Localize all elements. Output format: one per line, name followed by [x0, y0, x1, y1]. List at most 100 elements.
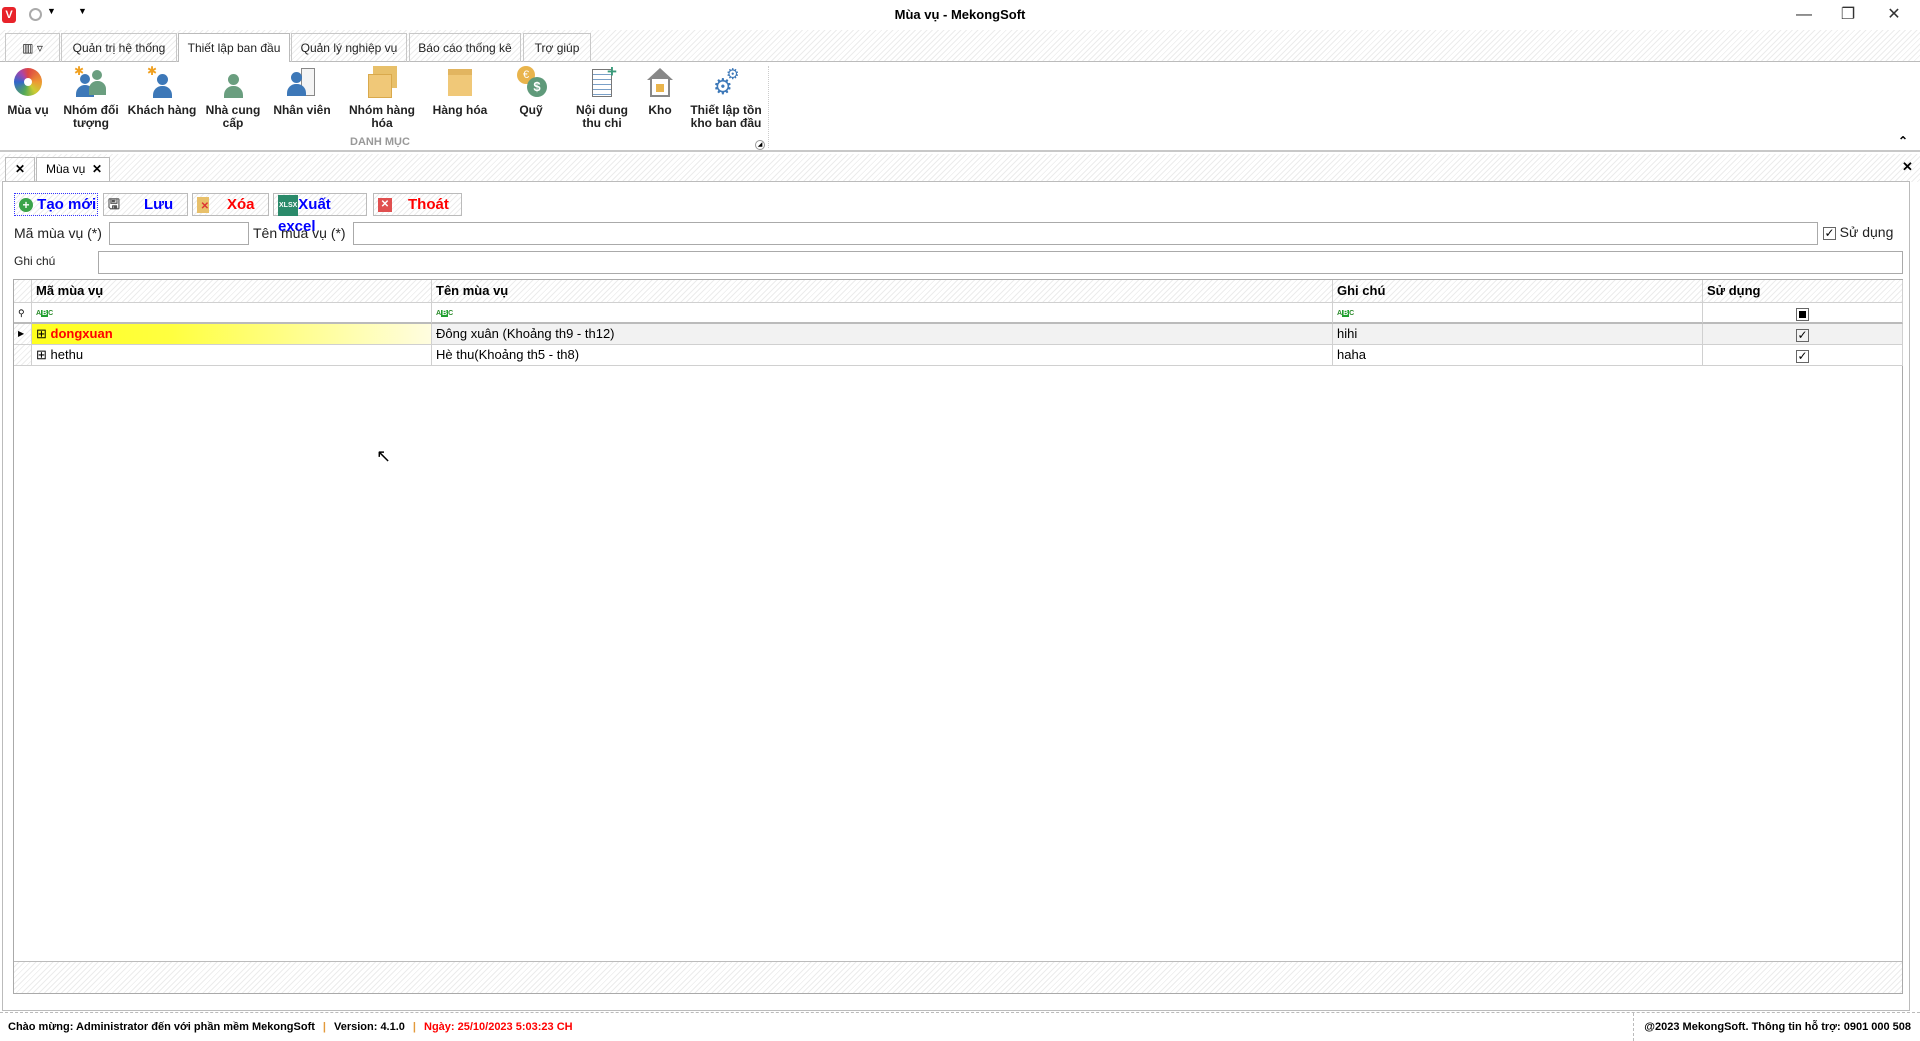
date-text: Ngày: 25/10/2023 5:03:23 CH	[424, 1021, 573, 1033]
table-row-1-note[interactable]: hihi	[1333, 324, 1703, 345]
export-excel-button[interactable]: XLSXXuất excel	[273, 193, 367, 235]
filter-note[interactable]: ABC	[1333, 303, 1703, 324]
support-text: @2023 MekongSoft. Thông tin hỗ trợ: 0901…	[1633, 1013, 1911, 1041]
restore-button[interactable]: ❐	[1826, 2, 1870, 28]
filter-code[interactable]: ABC	[32, 303, 432, 324]
employee-icon	[285, 66, 319, 98]
ribbon-label: Thiết lập tồn kho ban đầu	[690, 103, 762, 130]
ribbon-label: Nhân viên	[273, 103, 331, 117]
table-row-1-active[interactable]: ✓	[1703, 324, 1903, 345]
minimize-button[interactable]: —	[1782, 2, 1826, 28]
text-filter-icon: ABC	[1337, 310, 1355, 317]
table-row-2-active[interactable]: ✓	[1703, 345, 1903, 366]
checkmark-icon: ✓	[1796, 328, 1809, 342]
ribbon-label: Nhà cung cấp	[205, 103, 261, 130]
ribbon-label: Nhóm hàng hóa	[349, 103, 415, 130]
row-indicator	[14, 345, 32, 366]
version-text: Version: 4.1.0	[333, 1021, 405, 1033]
exit-icon: ✕	[378, 198, 392, 213]
ribbon-nha-cung-cap[interactable]: Nhà cung cấp	[197, 66, 269, 130]
tab-bao-cao-thong-ke[interactable]: Báo cáo thống kê	[409, 33, 521, 62]
cell-code: hethu	[50, 347, 84, 362]
coins-icon: € $	[514, 66, 548, 98]
cell-code: dongxuan	[50, 326, 113, 341]
expand-icon[interactable]: ⊞	[36, 326, 47, 341]
table-row-2-note[interactable]: haha	[1333, 345, 1703, 366]
column-header-code[interactable]: Mã mùa vụ	[32, 280, 432, 303]
name-label: Tên mùa vụ (*)	[253, 225, 346, 241]
filter-active[interactable]	[1703, 303, 1903, 324]
panel-icon: ▥ ▿	[22, 41, 43, 55]
code-input[interactable]	[109, 222, 249, 245]
save-icon: 🖫	[108, 196, 120, 212]
table-row-1-code[interactable]: ⊞ dongxuan	[32, 324, 432, 345]
disc-icon	[11, 66, 45, 98]
tab-thiet-lap-ban-dau[interactable]: Thiết lập ban đầu	[178, 33, 290, 63]
ribbon-quy[interactable]: € $ Quỹ	[495, 66, 567, 117]
save-button-label: Lưu	[143, 196, 174, 213]
ribbon-label: Nhóm đối tượng	[63, 103, 119, 130]
customer-icon: ✱	[145, 64, 179, 98]
ribbon-nhom-hang-hoa[interactable]: Nhóm hàng hóa	[346, 66, 418, 130]
code-label: Mã mùa vụ (*)	[14, 225, 102, 241]
plus-circle-icon: +	[19, 198, 33, 212]
close-button[interactable]: ✕	[1872, 2, 1916, 28]
ribbon-label: Hàng hóa	[432, 103, 488, 117]
table-row-2-code[interactable]: ⊞ hethu	[32, 345, 432, 366]
ribbon-label: Quỹ	[519, 103, 543, 117]
tab-mua-vu[interactable]: Mùa vụ ✕	[36, 157, 110, 182]
ribbon-hang-hoa[interactable]: Hàng hóa	[424, 66, 496, 117]
new-button-label: Tạo mới	[37, 196, 97, 213]
collapse-ribbon-icon[interactable]: ⌃	[1898, 134, 1908, 148]
tab-tro-giup[interactable]: Trợ giúp	[523, 33, 591, 62]
name-input[interactable]	[353, 222, 1818, 245]
mouse-cursor-icon: ↖	[376, 446, 392, 466]
ribbon-khach-hang[interactable]: ✱ Khách hàng	[126, 64, 198, 117]
save-button[interactable]: 🖫 Lưu	[103, 193, 188, 216]
ribbon-nhom-doi-tuong[interactable]: ✱ Nhóm đối tượng	[55, 64, 127, 130]
tab-label: Mùa vụ	[46, 162, 86, 176]
group-launcher-icon[interactable]: ◢	[755, 140, 765, 150]
welcome-text: Chào mừng: Administrator đến với phần mề…	[8, 1021, 315, 1033]
note-label: Ghi chú	[14, 254, 56, 268]
active-label: Sử dụng	[1839, 224, 1894, 240]
new-button[interactable]: + Tạo mới	[14, 193, 98, 216]
document-tab-bar: ✕ Mùa vụ ✕ ✕	[0, 154, 1920, 182]
delete-button-label: Xóa	[227, 196, 255, 213]
indeterminate-checkbox-icon	[1796, 308, 1809, 321]
filter-name[interactable]: ABC	[432, 303, 1333, 324]
filter-row-icon: ⚲	[14, 303, 32, 324]
current-row-indicator-icon: ▶	[14, 324, 32, 345]
tab-quan-tri-he-thong[interactable]: Quản trị hệ thống	[61, 33, 177, 62]
app-menu-button[interactable]: ▥ ▿	[5, 33, 60, 62]
expand-icon[interactable]: ⊞	[36, 347, 47, 362]
table-row-2-name[interactable]: Hè thu(Khoảng th5 - th8)	[432, 345, 1333, 366]
column-header-note[interactable]: Ghi chú	[1333, 280, 1703, 303]
warehouse-icon	[643, 66, 677, 98]
window-title: Mùa vụ - MekongSoft	[894, 7, 1026, 22]
active-checkbox[interactable]: ✓ Sử dụng	[1823, 224, 1893, 240]
column-header-name[interactable]: Tên mùa vụ	[432, 280, 1333, 303]
excel-icon: XLSX	[278, 194, 299, 216]
text-filter-icon: ABC	[436, 310, 454, 317]
ribbon-panel: Mùa vụ ✱ Nhóm đối tượng ✱ Khách hàng Nhà c…	[0, 62, 1920, 152]
column-header-active[interactable]: Sử dụng	[1703, 280, 1903, 303]
delete-button[interactable]: ✕ Xóa	[192, 193, 269, 216]
supplier-icon	[216, 66, 250, 98]
exit-button[interactable]: ✕ Thoát	[373, 193, 462, 216]
ribbon-nhan-vien[interactable]: Nhân viên	[266, 66, 338, 117]
note-input[interactable]	[98, 251, 1903, 274]
box-icon	[443, 66, 477, 98]
exit-button-label: Thoát	[408, 196, 449, 213]
ribbon-thiet-lap-ton-kho[interactable]: ⚙ ⚙ Thiết lập tồn kho ban đầu	[686, 66, 766, 130]
table-row-1-name[interactable]: Đông xuân (Khoảng th9 - th12)	[432, 324, 1333, 345]
data-grid: Mã mùa vụ Tên mùa vụ Ghi chú Sử dụng ⚲ A…	[13, 279, 1903, 994]
ribbon-group-label: DANH MỤC	[350, 136, 410, 148]
group-divider	[768, 66, 769, 148]
close-tab-icon[interactable]: ✕	[92, 158, 102, 181]
document-add-icon: +	[585, 62, 619, 98]
grid-footer	[14, 961, 1902, 993]
tab-quan-ly-nghiep-vu[interactable]: Quản lý nghiệp vụ	[291, 33, 407, 62]
close-document-icon[interactable]: ✕	[1902, 159, 1913, 175]
close-all-tabs-icon[interactable]: ✕	[5, 157, 35, 182]
